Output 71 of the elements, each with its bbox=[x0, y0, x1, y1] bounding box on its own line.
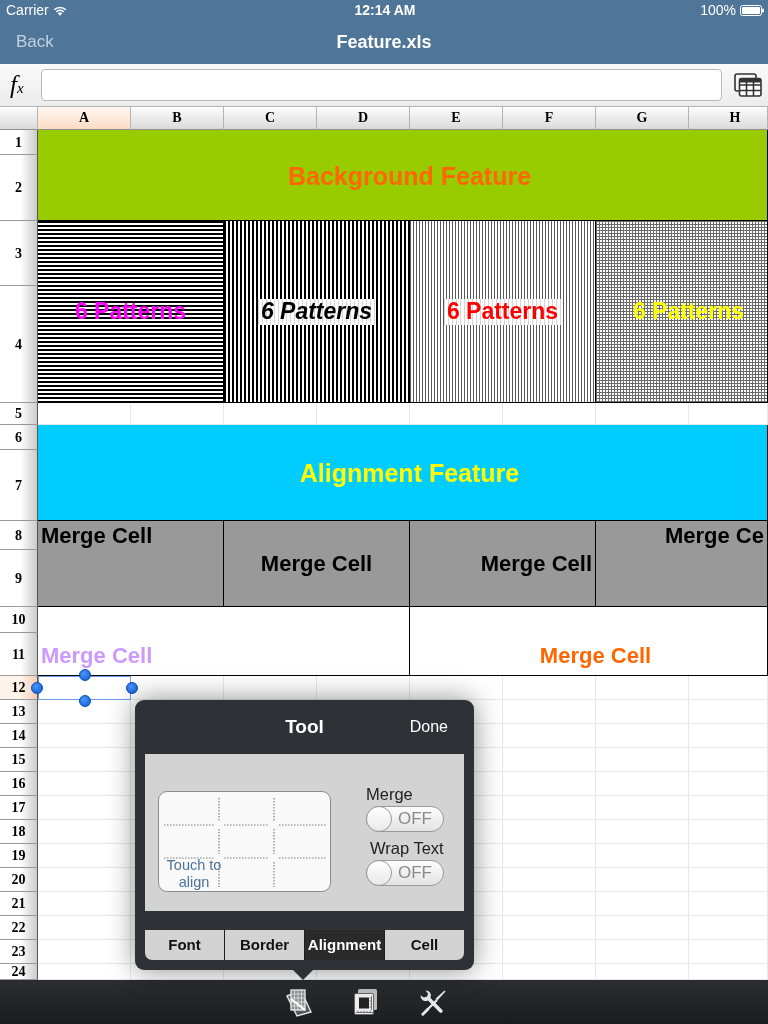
tab[interactable]: Font bbox=[145, 930, 224, 960]
row-header[interactable]: 5 bbox=[0, 403, 38, 425]
column-header[interactable]: C bbox=[224, 107, 317, 130]
cell-text: Merge Cell bbox=[40, 524, 154, 549]
row-header[interactable]: 11 bbox=[0, 633, 38, 676]
cell-text: Merge Cell bbox=[538, 644, 653, 669]
row-header[interactable]: 13 bbox=[0, 700, 38, 724]
cell-text: Merge Cell bbox=[479, 551, 593, 577]
wrench-screwdriver-icon[interactable] bbox=[418, 988, 446, 1016]
row-header[interactable]: 3 bbox=[0, 221, 38, 286]
column-header[interactable]: A bbox=[38, 107, 131, 130]
grid-sheet-icon[interactable] bbox=[284, 987, 313, 1017]
battery-percent: 100% bbox=[700, 1, 736, 20]
status-time: 12:14 AM bbox=[354, 1, 416, 20]
row-header[interactable]: 19 bbox=[0, 844, 38, 868]
row-header[interactable]: 2 bbox=[0, 155, 38, 221]
merged-cell[interactable]: Merge Cell bbox=[38, 521, 224, 607]
row-header[interactable]: 20 bbox=[0, 868, 38, 892]
column-header[interactable]: D bbox=[317, 107, 410, 130]
formula-field[interactable] bbox=[40, 69, 722, 101]
column-header[interactable]: F bbox=[503, 107, 596, 130]
popover-title: Tool bbox=[285, 714, 324, 739]
row-header[interactable]: 6 bbox=[0, 425, 38, 450]
merged-cell[interactable]: Merge Cell bbox=[224, 521, 410, 607]
row-header[interactable]: 18 bbox=[0, 820, 38, 844]
carrier-name: Carrier bbox=[6, 1, 49, 20]
cell-text: Merge Cell bbox=[259, 551, 374, 577]
switch-label: Merge bbox=[366, 784, 413, 804]
column-header[interactable]: B bbox=[131, 107, 224, 130]
row-header[interactable]: 23 bbox=[0, 940, 38, 964]
merged-cell[interactable]: Merge Ce bbox=[596, 521, 768, 607]
pattern-cell[interactable]: 6 Patterns bbox=[410, 221, 596, 403]
column-header[interactable]: G bbox=[596, 107, 689, 130]
cell-text: 6 Patterns bbox=[257, 299, 376, 325]
row-header[interactable]: 16 bbox=[0, 772, 38, 796]
frame-icon[interactable] bbox=[352, 988, 379, 1016]
row-header[interactable]: 21 bbox=[0, 892, 38, 916]
row-header[interactable]: 17 bbox=[0, 796, 38, 820]
cell-text: Alignment Feature bbox=[298, 459, 521, 487]
cell-text: 6 Patterns bbox=[73, 299, 188, 325]
merged-cell[interactable]: Merge Cell bbox=[410, 521, 596, 607]
row-header[interactable]: 4 bbox=[0, 286, 38, 403]
table-icon[interactable] bbox=[734, 73, 762, 97]
battery-icon bbox=[740, 4, 764, 16]
row-header[interactable]: 8 bbox=[0, 521, 38, 550]
row-header[interactable]: 12 bbox=[0, 676, 38, 700]
pattern-cell[interactable]: 6 Patterns bbox=[38, 221, 224, 403]
alignment-pad[interactable]: Touch to align bbox=[158, 791, 331, 892]
done-button[interactable]: Done bbox=[409, 714, 448, 740]
row-header[interactable]: 24 bbox=[0, 964, 38, 980]
row-header[interactable]: 14 bbox=[0, 724, 38, 748]
sheet-corner[interactable] bbox=[0, 107, 38, 130]
cell-text: 6 Patterns bbox=[443, 299, 562, 325]
row-header[interactable]: 1 bbox=[0, 130, 38, 155]
column-header[interactable]: H bbox=[689, 107, 768, 130]
tab[interactable]: Border bbox=[225, 930, 304, 960]
row-header[interactable]: 9 bbox=[0, 550, 38, 607]
cell-text: Merge Cell bbox=[40, 644, 154, 669]
wifi-icon bbox=[52, 4, 67, 16]
cell-text: Background Feature bbox=[286, 161, 533, 190]
cell-text: Merge Ce bbox=[663, 524, 765, 549]
document-title: Feature.xls bbox=[336, 31, 432, 54]
tab[interactable]: Alignment bbox=[305, 930, 384, 960]
row-header[interactable]: 10 bbox=[0, 607, 38, 633]
pattern-cell[interactable]: 6 Patterns bbox=[224, 221, 410, 403]
column-header[interactable]: E bbox=[410, 107, 503, 130]
row-header[interactable]: 7 bbox=[0, 450, 38, 521]
row-header[interactable]: 15 bbox=[0, 748, 38, 772]
switch-label: Wrap Text bbox=[370, 838, 444, 858]
tab[interactable]: Cell bbox=[385, 930, 464, 960]
row-header[interactable]: 22 bbox=[0, 916, 38, 940]
